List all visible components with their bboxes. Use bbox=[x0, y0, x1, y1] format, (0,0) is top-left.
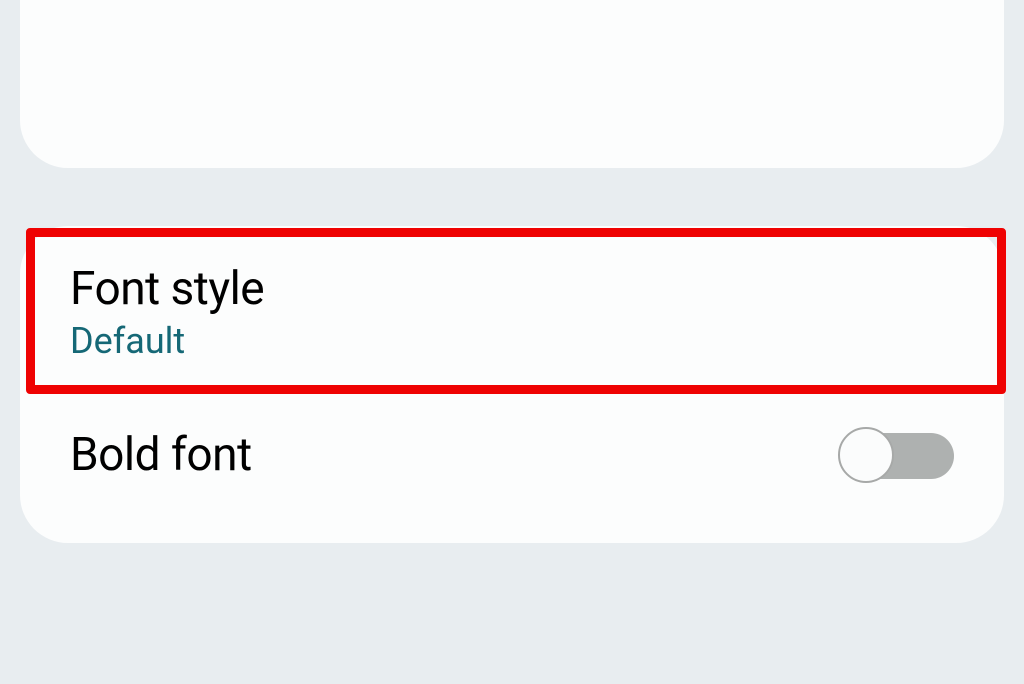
bold-font-toggle[interactable] bbox=[838, 427, 954, 483]
font-style-row[interactable]: Font style Default bbox=[20, 226, 1004, 392]
settings-screen: Font style Default Bold font bbox=[0, 0, 1024, 684]
font-style-label: Font style bbox=[70, 262, 954, 316]
bold-font-label: Bold font bbox=[70, 428, 252, 482]
font-style-value: Default bbox=[70, 320, 954, 362]
toggle-knob bbox=[838, 427, 894, 483]
bold-font-row[interactable]: Bold font bbox=[20, 393, 1004, 503]
font-settings-card: Font style Default Bold font bbox=[20, 226, 1004, 543]
top-card bbox=[20, 0, 1004, 168]
